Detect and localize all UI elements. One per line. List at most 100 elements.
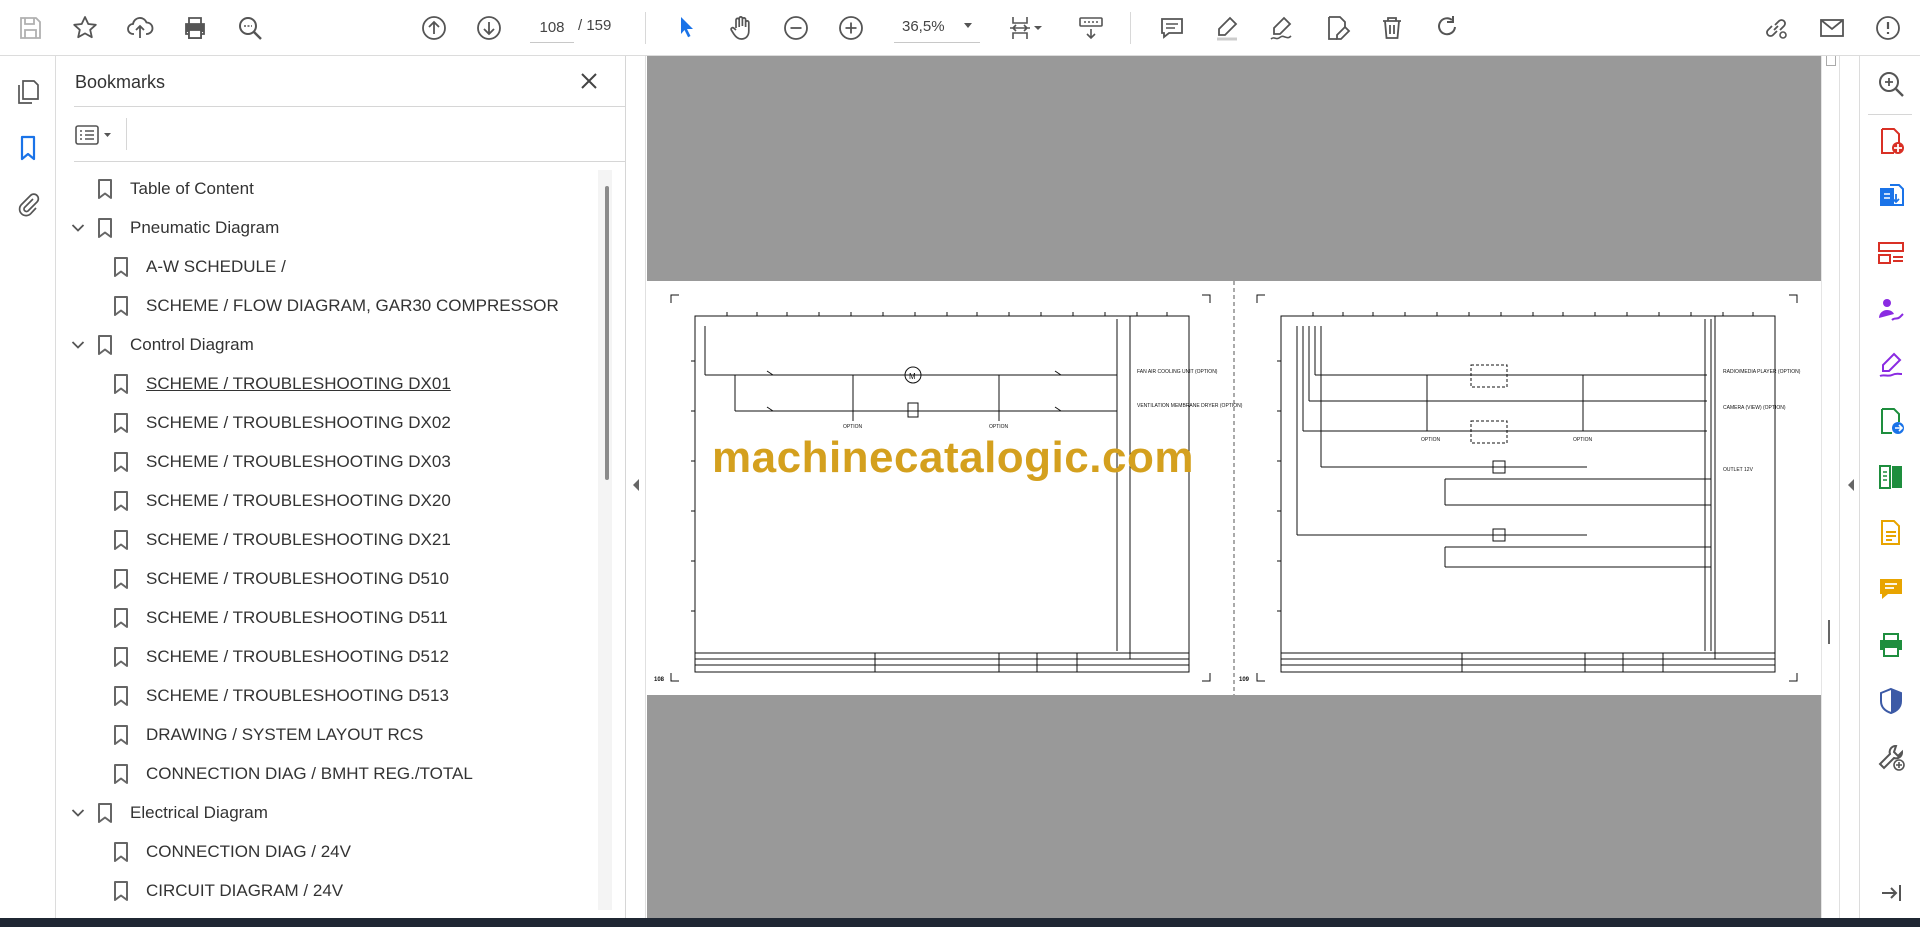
chevron-down-icon[interactable] — [1028, 10, 1048, 46]
bookmark-flag-icon — [112, 451, 130, 473]
share-link-icon[interactable] — [1758, 10, 1794, 46]
print-icon[interactable] — [177, 10, 213, 46]
schematic-note: CAMERA (VIEW) (OPTION) — [1723, 405, 1786, 411]
total-pages-label: / 159 — [578, 17, 612, 34]
chevron-down-icon[interactable] — [68, 223, 88, 233]
upload-cloud-icon[interactable] — [122, 10, 158, 46]
edit-pdf-icon[interactable] — [1874, 516, 1908, 550]
export-pdf-icon[interactable] — [1874, 180, 1908, 214]
bookmark-flag-icon — [112, 724, 130, 746]
bookmark-label: Table of Content — [130, 179, 254, 198]
bookmark-label: SCHEME / TROUBLESHOOTING DX02 — [146, 413, 451, 432]
user-account-icon[interactable] — [1870, 10, 1906, 46]
schematic-note: OPTION — [989, 424, 1009, 430]
bookmark-flag-icon — [96, 178, 114, 200]
protect-shield-icon[interactable] — [1874, 684, 1908, 718]
chevron-down-icon[interactable] — [68, 340, 88, 350]
find-text-icon[interactable] — [232, 10, 268, 46]
comment-tool-icon[interactable] — [1874, 572, 1908, 606]
fill-sign-icon[interactable] — [1319, 10, 1355, 46]
print-production-icon[interactable] — [1874, 628, 1908, 662]
bookmark-flag-icon — [112, 490, 130, 512]
bookmark-item[interactable]: SCHEME / TROUBLESHOOTING D510 — [112, 560, 449, 598]
attachments-paperclip-icon[interactable] — [10, 186, 46, 222]
bookmark-label: SCHEME / TROUBLESHOOTING D511 — [146, 608, 448, 627]
bookmarks-tree: Table of Content Pneumatic Diagram A-W SCH… — [56, 170, 596, 910]
email-envelope-icon[interactable] — [1814, 10, 1850, 46]
bookmark-item[interactable]: CIRCUIT DIAGRAM / 24V — [112, 872, 343, 910]
bookmark-label: CONNECTION DIAG / BMHT REG./TOTAL — [146, 764, 473, 783]
create-pdf-icon[interactable] — [1874, 124, 1908, 158]
bookmarks-panel-icon[interactable] — [10, 130, 46, 166]
previous-page-icon[interactable] — [416, 10, 452, 46]
bookmark-item[interactable]: Control Diagram — [68, 326, 254, 364]
highlight-pen-icon[interactable] — [1209, 10, 1245, 46]
save-icon[interactable] — [12, 10, 48, 46]
next-page-icon[interactable] — [471, 10, 507, 46]
fill-and-sign-icon[interactable] — [1874, 348, 1908, 382]
bookmark-item[interactable]: SCHEME / TROUBLESHOOTING D512 — [112, 638, 449, 676]
organize-pages-icon[interactable] — [1874, 236, 1908, 270]
bookmarks-scrollbar-thumb[interactable] — [605, 186, 609, 480]
bookmark-item[interactable]: Pneumatic Diagram — [68, 209, 279, 247]
zoom-level-dropdown[interactable]: 36,5% — [894, 13, 980, 43]
bookmark-flag-icon — [96, 217, 114, 239]
bookmark-item[interactable]: SCHEME / FLOW DIAGRAM, GAR30 COMPRESSOR — [112, 287, 559, 325]
close-icon[interactable] — [576, 68, 602, 94]
more-tools-icon[interactable] — [1874, 740, 1908, 774]
collapse-tools-icon[interactable] — [1874, 876, 1908, 910]
bookmark-item[interactable]: SCHEME / TROUBLESHOOTING DX03 — [112, 443, 451, 481]
electrical-schematic-drawing: M FAN AIR COOLING UNIT (OPTION) VENTILAT… — [654, 281, 1801, 695]
scrolling-mode-icon[interactable] — [1073, 10, 1109, 46]
bookmark-item[interactable]: CONNECTION DIAG / BMHT REG./TOTAL — [112, 755, 473, 793]
page-number-input[interactable] — [530, 13, 574, 43]
chevron-down-icon[interactable] — [68, 808, 88, 818]
document-viewer[interactable]: M FAN AIR COOLING UNIT (OPTION) VENTILAT… — [647, 56, 1821, 918]
bookmark-item[interactable]: SCHEME / TROUBLESHOOTING D513 — [112, 677, 449, 715]
bookmark-flag-icon — [112, 529, 130, 551]
left-navigation-rail — [0, 56, 56, 918]
zoom-out-icon[interactable] — [778, 10, 814, 46]
bookmark-label: SCHEME / TROUBLESHOOTING D513 — [146, 686, 449, 705]
bookmark-item[interactable]: SCHEME / TROUBLESHOOTING DX21 — [112, 521, 451, 559]
redo-icon[interactable] — [1429, 10, 1465, 46]
bookmark-item[interactable]: DRAWING / SYSTEM LAYOUT RCS — [112, 716, 423, 754]
draw-freehand-icon[interactable] — [1264, 10, 1300, 46]
hand-tool-icon[interactable] — [723, 10, 759, 46]
bookmark-item[interactable]: SCHEME / TROUBLESHOOTING DX02 — [112, 404, 451, 442]
collapse-tools-handle[interactable] — [1839, 56, 1859, 918]
document-scrollbar[interactable] — [1821, 56, 1839, 918]
zoom-in-icon[interactable] — [833, 10, 869, 46]
page-number-label: 109 — [1239, 677, 1250, 683]
bookmark-label: CONNECTION DIAG / 24V — [146, 842, 351, 861]
bookmark-flag-icon — [112, 607, 130, 629]
bookmark-item[interactable]: SCHEME / TROUBLESHOOTING DX20 — [112, 482, 451, 520]
scrollbar-grip[interactable] — [1828, 620, 1830, 644]
bookmark-item[interactable]: SCHEME / TROUBLESHOOTING D511 — [112, 599, 448, 637]
tools-rail — [1859, 56, 1920, 918]
chevron-left-icon — [633, 479, 639, 491]
collapse-panel-handle[interactable] — [626, 56, 646, 918]
bookmark-label: Pneumatic Diagram — [130, 218, 280, 237]
bookmark-star-icon[interactable] — [67, 10, 103, 46]
page-thumbnails-icon[interactable] — [10, 74, 46, 110]
bookmark-item[interactable]: Table of Content — [68, 170, 254, 208]
bookmark-item[interactable]: Electrical Diagram — [68, 794, 268, 832]
bookmark-label: SCHEME / TROUBLESHOOTING DX20 — [146, 491, 451, 510]
send-for-review-icon[interactable] — [1874, 404, 1908, 438]
compare-files-icon[interactable] — [1874, 460, 1908, 494]
search-zoom-icon[interactable] — [1874, 67, 1908, 101]
delete-trash-icon[interactable] — [1374, 10, 1410, 46]
bookmark-flag-icon — [112, 295, 130, 317]
bookmark-options-menu[interactable] — [74, 119, 124, 151]
main-toolbar: / 159 36,5% — [0, 0, 1920, 56]
bookmark-item[interactable]: CONNECTION DIAG / 24V — [112, 833, 351, 871]
scrollbar-thumb[interactable] — [1826, 56, 1836, 66]
schematic-note: OPTION — [1573, 437, 1593, 443]
bookmark-item[interactable]: A-W SCHEDULE / — [112, 248, 286, 286]
schematic-note: RADIO/MEDIA PLAYER (OPTION) — [1723, 369, 1801, 375]
comment-icon[interactable] — [1154, 10, 1190, 46]
bookmark-item[interactable]: SCHEME / TROUBLESHOOTING DX01 — [112, 365, 451, 403]
select-cursor-icon[interactable] — [669, 10, 705, 46]
request-signatures-icon[interactable] — [1874, 292, 1908, 326]
